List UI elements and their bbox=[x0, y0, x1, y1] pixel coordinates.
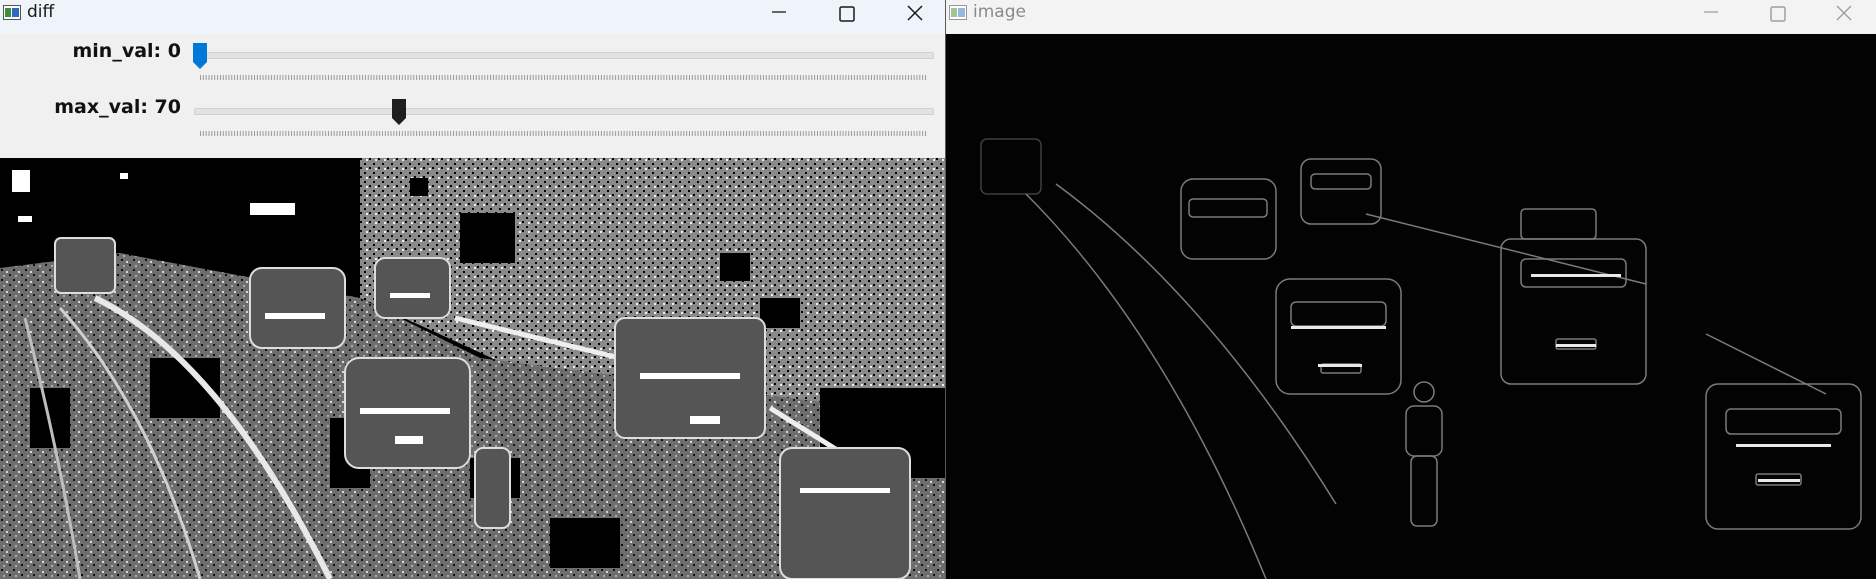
trackbar-panel: min_val: 0 max_val: 70 bbox=[0, 34, 945, 158]
max-val-trackbar[interactable]: max_val: 70 bbox=[0, 90, 945, 140]
maximize-icon bbox=[1770, 6, 1786, 22]
minimize-icon bbox=[772, 11, 786, 13]
min-val-trackbar[interactable]: min_val: 0 bbox=[0, 34, 945, 84]
maximize-icon bbox=[839, 6, 855, 22]
minimize-icon bbox=[1704, 11, 1718, 13]
edge-frame-image bbox=[946, 34, 1876, 579]
minimize-button[interactable] bbox=[747, 0, 809, 34]
app-icon bbox=[949, 5, 967, 20]
trackbar-ticks bbox=[200, 75, 926, 80]
thumb-shape bbox=[193, 43, 207, 69]
image-titlebar[interactable]: image bbox=[946, 0, 1876, 34]
maximize-button[interactable] bbox=[815, 0, 877, 34]
edge-image-frame bbox=[946, 34, 1876, 579]
close-icon bbox=[907, 5, 923, 21]
trackbar-label: min_val: 0 bbox=[72, 40, 182, 62]
diff-image-frame bbox=[0, 158, 945, 579]
trackbar-track[interactable] bbox=[194, 108, 934, 115]
window-title: diff bbox=[27, 2, 55, 22]
trackbar-ticks bbox=[200, 131, 926, 136]
thumb-shape bbox=[391, 99, 406, 125]
app-icon bbox=[3, 5, 21, 20]
max-val-thumb[interactable] bbox=[391, 98, 407, 126]
diff-frame-image bbox=[0, 158, 945, 579]
maximize-button[interactable] bbox=[1746, 0, 1808, 34]
image-window[interactable]: image bbox=[945, 0, 1876, 579]
close-icon bbox=[1836, 5, 1852, 21]
window-title: image bbox=[973, 2, 1026, 22]
close-button[interactable] bbox=[883, 0, 945, 34]
min-val-thumb[interactable] bbox=[192, 42, 208, 70]
diff-titlebar[interactable]: diff bbox=[0, 0, 945, 34]
trackbar-track[interactable] bbox=[194, 52, 934, 59]
minimize-button[interactable] bbox=[1679, 0, 1741, 34]
trackbar-label: max_val: 70 bbox=[54, 96, 181, 118]
close-button[interactable] bbox=[1812, 0, 1874, 34]
diff-window[interactable]: diff min_val: 0 max_val: 70 bbox=[0, 0, 945, 579]
